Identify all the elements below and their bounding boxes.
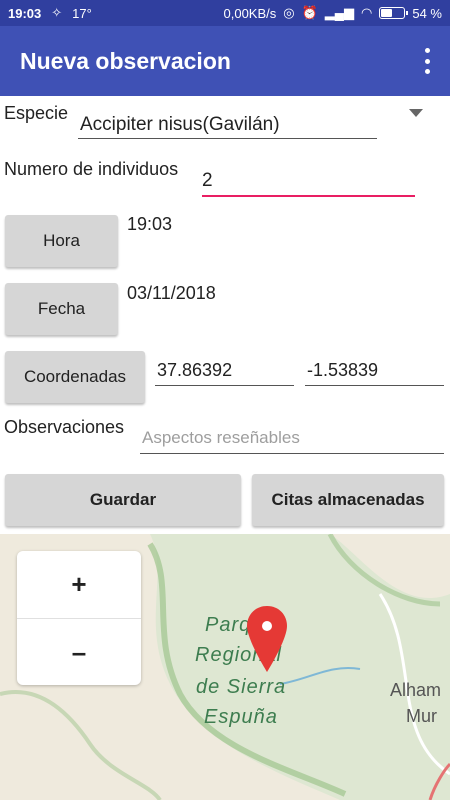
dropdown-arrow-icon[interactable]: [409, 109, 423, 117]
count-input[interactable]: 2: [202, 170, 213, 192]
status-time: 19:03: [8, 5, 42, 21]
date-button[interactable]: Fecha: [5, 283, 118, 335]
overflow-menu-icon[interactable]: [422, 48, 432, 74]
species-underline: [78, 138, 377, 139]
notes-input[interactable]: Aspectos reseñables: [142, 428, 300, 448]
time-button[interactable]: Hora: [5, 215, 118, 267]
alarm-icon: ⏰: [301, 5, 318, 20]
count-label: Numero de individuos: [4, 159, 179, 179]
longitude-underline: [305, 385, 444, 386]
map-label-park-3: de Sierra: [196, 676, 287, 698]
save-button[interactable]: Guardar: [5, 474, 241, 526]
coordinates-button[interactable]: Coordenadas: [5, 351, 145, 403]
species-label: Especie: [4, 103, 69, 123]
signal-icon: ▂▄▆: [324, 5, 355, 20]
app-bar: Nueva observacion: [0, 26, 450, 96]
notes-underline: [140, 453, 444, 454]
zoom-out-button[interactable]: –: [17, 619, 141, 685]
leaf-icon: ✧: [51, 5, 63, 20]
map-label-town-2: Mur: [406, 706, 437, 726]
notes-label: Observaciones: [4, 417, 125, 437]
status-temperature: 17°: [72, 5, 92, 21]
hotspot-icon: ◎: [283, 5, 295, 20]
location-marker-icon[interactable]: [247, 604, 287, 674]
network-speed: 0,00KB/s: [223, 5, 277, 21]
status-bar: 19:03 ✧ 17° 0,00KB/s ◎ ⏰ ▂▄▆ ◠ 54 %: [0, 0, 450, 26]
map-label-town-1: Alham: [390, 680, 442, 700]
stored-records-button[interactable]: Citas almacenadas: [252, 474, 444, 526]
page-title: Nueva observacion: [20, 48, 231, 74]
date-value: 03/11/2018: [127, 283, 216, 303]
latitude-input[interactable]: 37.86392: [157, 360, 232, 381]
battery-icon: [379, 7, 409, 19]
count-underline: [202, 195, 415, 197]
latitude-underline: [155, 385, 294, 386]
time-value: 19:03: [127, 214, 173, 234]
wifi-icon: ◠: [361, 5, 373, 20]
species-select[interactable]: Accipiter nisus(Gavilán): [80, 114, 280, 136]
map-view[interactable]: Parque Regional de Sierra Espuña Alham M…: [0, 534, 450, 800]
zoom-in-button[interactable]: +: [17, 551, 141, 617]
battery-percent: 54 %: [412, 5, 442, 21]
map-label-park-4: Espuña: [204, 706, 278, 728]
longitude-input[interactable]: -1.53839: [307, 360, 378, 381]
zoom-control: + –: [17, 551, 141, 685]
